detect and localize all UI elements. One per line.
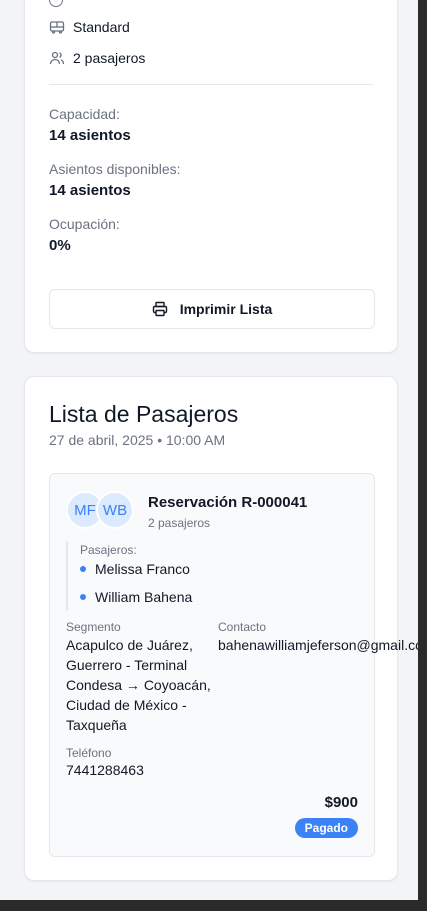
divider xyxy=(49,84,373,85)
available-seats-label: Asientos disponibles: xyxy=(49,161,181,177)
bottom-bar xyxy=(0,900,427,911)
passenger-name: William Bahena xyxy=(95,589,193,605)
passenger-list-title: Lista de Pasajeros xyxy=(49,401,239,427)
status-badge: Pagado xyxy=(294,818,358,838)
passengers-summary-row: 2 pasajeros xyxy=(49,50,145,66)
bus-icon xyxy=(49,19,65,35)
available-seats-value: 14 asientos xyxy=(49,182,131,199)
printer-icon xyxy=(152,301,168,317)
print-list-label: Imprimir Lista xyxy=(179,301,273,317)
capacity-value: 14 asientos xyxy=(49,127,131,144)
reservation-price: $900 xyxy=(324,794,358,811)
service-type-label: Standard xyxy=(73,19,130,35)
phone-value: 7441288463 xyxy=(66,762,144,778)
reservation-card[interactable]: MF WB Reservación R-000041 2 pasajeros P… xyxy=(49,473,418,857)
occupancy-label: Ocupación: xyxy=(49,216,120,232)
contact-label: Contacto xyxy=(218,620,267,634)
segment-value: Acapulco de Juárez, Guerrero - Terminal … xyxy=(66,637,211,733)
users-icon xyxy=(49,50,65,66)
phone-label: Teléfono xyxy=(66,746,112,760)
passenger-list-card: Lista de Pasajeros 27 de abril, 2025 • 1… xyxy=(24,376,418,881)
print-list-button[interactable]: Imprimir Lista xyxy=(49,289,375,329)
segment-label: Segmento xyxy=(66,620,121,634)
occupancy-value: 0% xyxy=(49,237,71,254)
avatar: WB xyxy=(96,491,134,529)
passengers-border xyxy=(66,541,68,611)
passengers-summary-label: 2 pasajeros xyxy=(73,50,146,66)
contact-email: bahenawilliamjeferson@gmail.com xyxy=(218,637,418,653)
capacity-label: Capacidad: xyxy=(49,106,120,122)
passenger-list-item: Melissa Franco xyxy=(80,561,190,577)
page: Standard 2 pasajeros Capacidad: 14 asien… xyxy=(0,0,418,900)
bullet-icon xyxy=(80,566,86,572)
service-type-row: Standard xyxy=(49,19,130,35)
scrollbar[interactable] xyxy=(418,0,427,911)
bullet-icon xyxy=(80,594,86,600)
reservation-title: Reservación R-000041 xyxy=(148,494,308,511)
trip-datetime: 27 de abril, 2025 • 10:00 AM xyxy=(49,432,226,448)
passengers-label: Pasajeros: xyxy=(80,543,137,557)
trip-summary-card: Standard 2 pasajeros Capacidad: 14 asien… xyxy=(24,0,398,353)
passenger-name: Melissa Franco xyxy=(95,561,190,577)
passenger-list-item: William Bahena xyxy=(80,589,192,605)
clock-icon xyxy=(49,0,63,7)
reservation-passenger-count: 2 pasajeros xyxy=(148,516,211,530)
